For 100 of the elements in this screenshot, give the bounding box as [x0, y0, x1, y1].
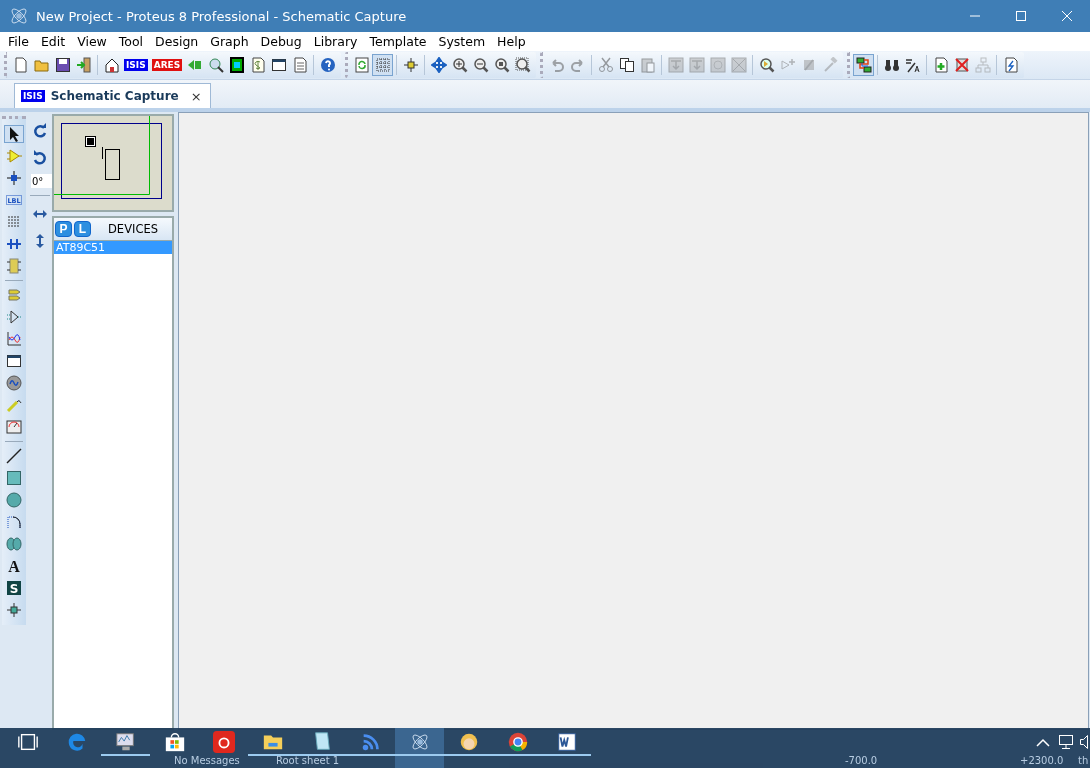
- proteus-icon: [8, 5, 30, 27]
- music-icon: [212, 731, 235, 753]
- schematic-tab[interactable]: ISIS Schematic Capture ×: [14, 83, 211, 108]
- new-file-icon: [12, 57, 29, 73]
- bus-icon: [6, 236, 22, 252]
- gear-search-icon: [207, 57, 224, 73]
- arc-icon: [6, 514, 22, 530]
- angle-field[interactable]: 0°: [31, 174, 53, 188]
- circle-tool-button[interactable]: [4, 491, 24, 509]
- menu-item[interactable]: Design: [149, 34, 205, 49]
- menu-item[interactable]: Library: [307, 34, 364, 49]
- menu-item[interactable]: Edit: [34, 34, 72, 49]
- generator-icon: [6, 375, 22, 391]
- block-rotate-icon: [709, 57, 726, 73]
- menu-item[interactable]: System: [432, 34, 492, 49]
- remove-sheet-icon: [953, 57, 970, 73]
- pick-device-icon: [758, 57, 775, 73]
- menu-item[interactable]: Template: [363, 34, 433, 49]
- pan-button[interactable]: [428, 54, 450, 76]
- junction-tool-button[interactable]: [4, 169, 24, 187]
- line-tool-button[interactable]: [4, 447, 24, 465]
- logo-icon: ISIS: [124, 59, 148, 71]
- y-coordinate: +2300.0: [1020, 755, 1064, 766]
- logo-button[interactable]: ISIS: [122, 54, 150, 76]
- path-tool-button[interactable]: [4, 535, 24, 553]
- menu-item[interactable]: Help: [491, 34, 532, 49]
- zoom-out-icon: [472, 57, 489, 73]
- terminal-icon: [6, 287, 22, 303]
- close-icon: [1061, 10, 1073, 22]
- close-tab-button[interactable]: ×: [190, 88, 202, 104]
- bill-icon: [249, 57, 266, 73]
- zoom-area-icon: [514, 57, 531, 73]
- property-icon: [904, 57, 921, 73]
- rotate-ccw-icon: [32, 150, 48, 166]
- redo-icon: [569, 57, 586, 73]
- graph-icon: [6, 331, 22, 347]
- menu-item[interactable]: View: [71, 34, 113, 49]
- zoom-fit-icon: [493, 57, 510, 73]
- menu-item[interactable]: Tool: [112, 34, 150, 49]
- maximize-icon: [1015, 10, 1027, 22]
- task-view-icon: [16, 731, 39, 753]
- copy-icon: [618, 57, 635, 73]
- zoom-in-icon: [451, 57, 468, 73]
- wire-button[interactable]: [853, 54, 875, 76]
- home-icon: [103, 57, 120, 73]
- logo-icon: ARES: [151, 59, 183, 71]
- network-icon[interactable]: [1056, 734, 1074, 750]
- logo-button[interactable]: ARES: [149, 54, 185, 76]
- pin-tool-button[interactable]: [4, 308, 24, 326]
- wire-icon: [855, 57, 872, 73]
- binoculars-icon: [883, 57, 900, 73]
- speaker-icon[interactable]: [1080, 735, 1088, 749]
- block-copy-icon: [667, 57, 684, 73]
- graph-tool-button[interactable]: [4, 330, 24, 348]
- document-icon: [291, 57, 308, 73]
- new-sheet-icon: [932, 57, 949, 73]
- menu-item[interactable]: File: [2, 34, 35, 49]
- symbol-tool-button[interactable]: S: [4, 579, 24, 597]
- marker-tool-button[interactable]: [4, 601, 24, 619]
- board-icon: [228, 57, 245, 73]
- line-icon: [6, 448, 22, 464]
- box-icon: [6, 470, 22, 486]
- child-sheet-icon: [974, 57, 991, 73]
- pin-icon: [6, 309, 22, 325]
- grid-button[interactable]: [372, 54, 394, 76]
- make-device-icon: [779, 57, 796, 73]
- circle-icon: [6, 492, 22, 508]
- subcircuit-tool-button[interactable]: [4, 257, 24, 275]
- script-icon: [6, 214, 22, 230]
- box-tool-button[interactable]: [4, 469, 24, 487]
- select-tool-button[interactable]: [4, 125, 24, 143]
- chevron-up-icon[interactable]: [1036, 737, 1050, 747]
- devices-heading: DEVICES: [108, 222, 158, 236]
- grid-icon: [374, 57, 391, 73]
- probe-icon: [6, 397, 22, 413]
- rotate-cw-icon: [32, 123, 48, 139]
- pan-icon: [430, 57, 447, 73]
- junction-icon: [6, 170, 22, 186]
- generator-tool-button[interactable]: [4, 374, 24, 392]
- paste-icon: [639, 57, 656, 73]
- text-tool-button[interactable]: A: [4, 557, 24, 575]
- window-tool-button[interactable]: [4, 352, 24, 370]
- chrome-icon: [506, 731, 529, 753]
- subcircuit-icon: [6, 258, 22, 274]
- refresh-icon: [353, 57, 370, 73]
- instrument-tool-button[interactable]: [4, 418, 24, 436]
- coordinate-unit: th: [1078, 755, 1089, 766]
- origin-icon: [402, 57, 419, 73]
- path-icon: [6, 536, 22, 552]
- sheet-name: Root sheet 1: [276, 755, 340, 766]
- component-icon: [6, 148, 22, 164]
- instrument-icon: [6, 419, 22, 435]
- cut-icon: [597, 57, 614, 73]
- window-title: New Project - Proteus 8 Professional - Schematic Capture: [36, 8, 407, 24]
- back-icon: [186, 57, 203, 73]
- open-folder-icon: [33, 57, 50, 73]
- menu-item[interactable]: Graph: [204, 34, 255, 49]
- arc-tool-button[interactable]: [4, 513, 24, 531]
- menu-item[interactable]: Debug: [254, 34, 308, 49]
- word-icon: [555, 731, 578, 753]
